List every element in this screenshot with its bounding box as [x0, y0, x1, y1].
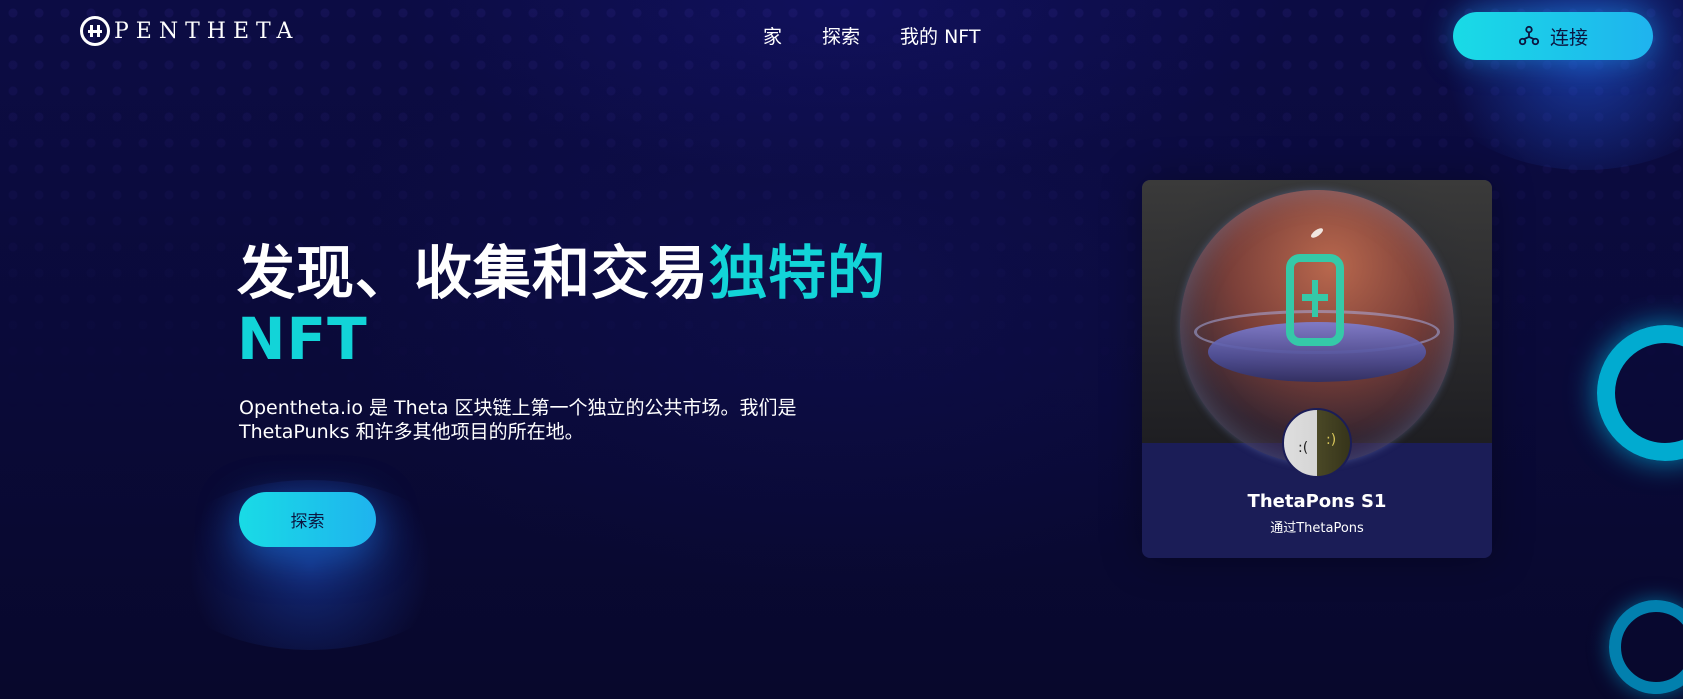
network-nodes-icon: [1518, 25, 1540, 46]
connect-button[interactable]: 连接: [1453, 12, 1653, 60]
hero-title-nft: NFT: [237, 305, 368, 373]
avatar[interactable]: :(:): [1282, 408, 1352, 478]
site-header: PENTHETA 家 探索 我的 NFT 连接: [0, 0, 1683, 72]
connect-label: 连接: [1549, 26, 1588, 49]
theta-token-icon: [1286, 254, 1344, 346]
logo-text: PENTHETA: [114, 18, 300, 44]
hero-title-main: 发现、收集和交易: [237, 239, 710, 307]
nft-creator[interactable]: 通过ThetaPons: [1142, 517, 1492, 536]
hero-description: Opentheta.io 是 Theta 区块链上第一个独立的公共市场。我们是 …: [239, 397, 797, 443]
nft-artwork: [1142, 180, 1492, 464]
nav-home[interactable]: 家: [763, 22, 782, 49]
featured-nft-card[interactable]: :(:) ThetaPons S1 通过ThetaPons: [1142, 180, 1492, 558]
nft-title[interactable]: ThetaPons S1: [1142, 491, 1492, 512]
main-nav: 家 探索 我的 NFT: [763, 22, 981, 49]
nav-my-nft[interactable]: 我的 NFT: [900, 22, 980, 49]
hero-title-accent: 独特的: [709, 239, 887, 307]
nav-explore[interactable]: 探索: [822, 22, 860, 49]
logo[interactable]: PENTHETA: [80, 16, 299, 46]
hero-title: 发现、收集和交易独特的 NFT: [237, 240, 897, 372]
explore-button[interactable]: 探索: [239, 492, 376, 547]
opentheta-logo-icon: [80, 16, 110, 46]
explore-label: 探索: [290, 512, 325, 532]
